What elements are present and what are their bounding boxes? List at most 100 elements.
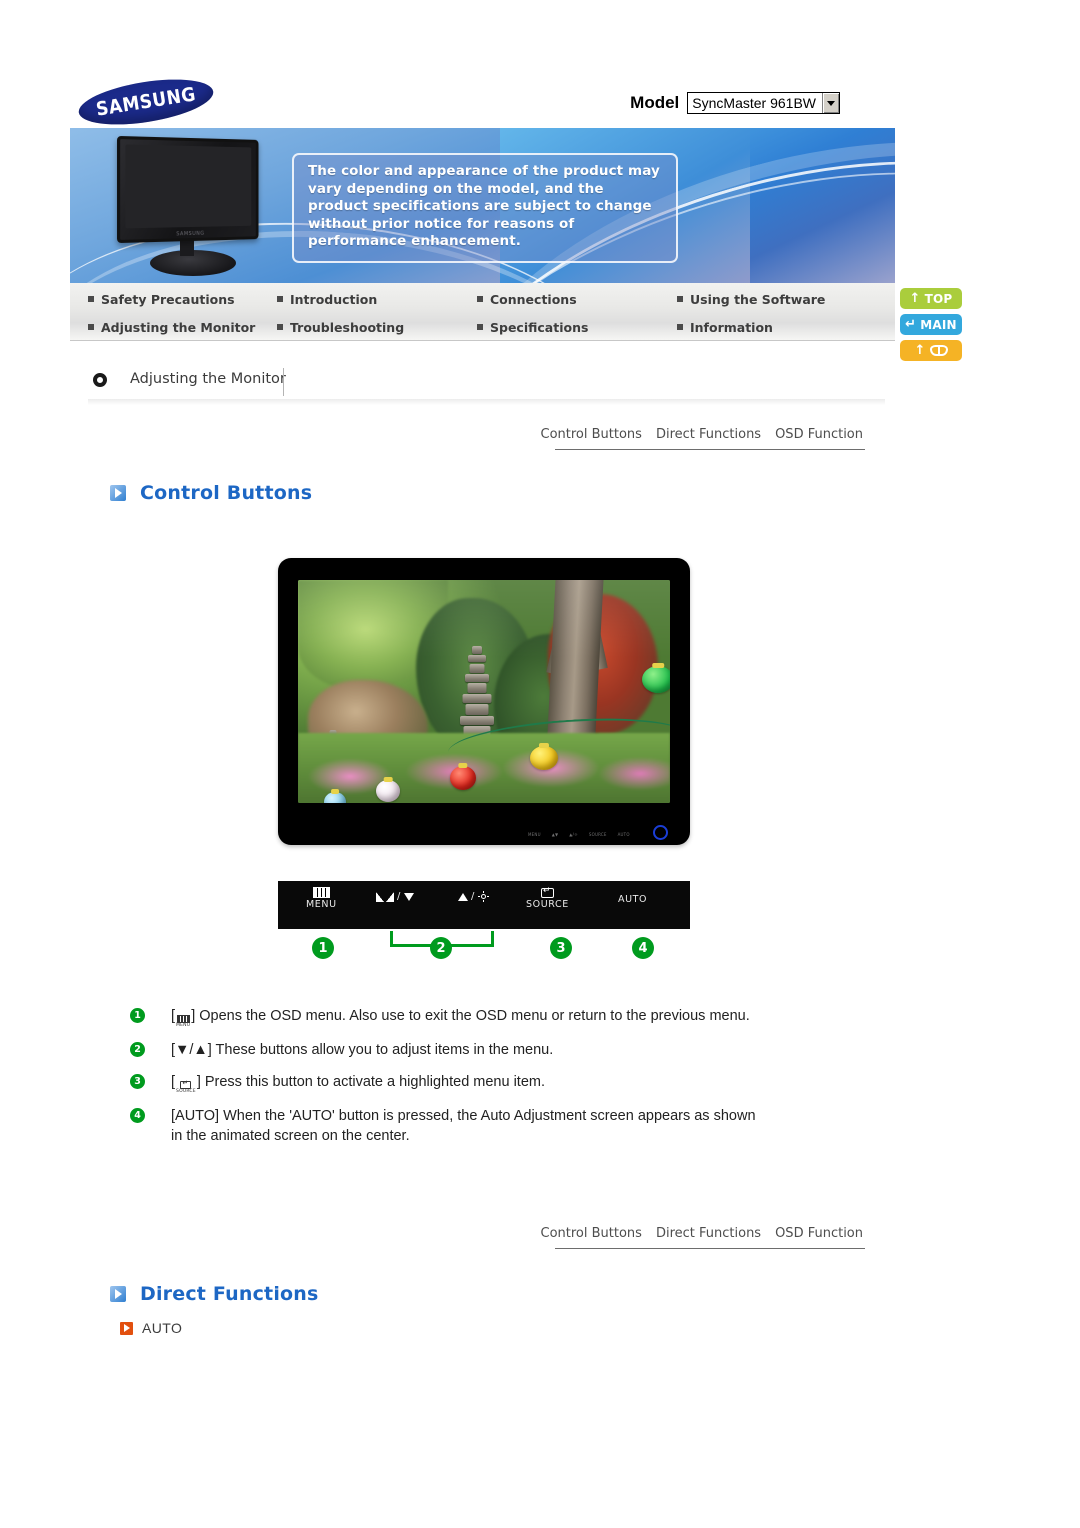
desc-post: ] Press this button to activate a highli…	[196, 1074, 546, 1090]
nav-item-troubleshooting[interactable]: Troubleshooting	[277, 313, 477, 341]
monitor-panel: SAMSUNG	[117, 135, 259, 244]
inline-icon-caption: MENU	[176, 1023, 191, 1028]
callout-badge-1: 1	[312, 937, 334, 959]
monitor-screen-image	[298, 580, 670, 803]
nav-label: Specifications	[490, 319, 589, 335]
control-panel-strip: MENU / / SOURCE AUTO	[278, 881, 690, 929]
up-adjust-button[interactable]: /	[458, 891, 489, 902]
bookmark-icon	[929, 345, 948, 356]
auto-button[interactable]: AUTO	[618, 894, 647, 905]
model-label: Model	[630, 93, 680, 112]
source-button-label: SOURCE	[526, 899, 569, 910]
nav-label: Introduction	[290, 291, 378, 307]
direct-function-item-auto[interactable]: AUTO	[120, 1320, 182, 1336]
nav-row-1: Safety Precautions Introduction Connecti…	[70, 285, 895, 313]
tab-control-buttons[interactable]: Control Buttons	[541, 1226, 642, 1241]
brightness-icon	[477, 891, 489, 902]
nav-item-adjusting-the-monitor[interactable]: Adjusting the Monitor	[70, 313, 277, 341]
samsung-logo: SAMSUNG	[75, 71, 217, 133]
bezel-label-up: ▲/☼	[569, 832, 578, 837]
tab-control-buttons[interactable]: Control Buttons	[541, 427, 642, 442]
desc-pre: [	[171, 1008, 176, 1024]
description-number: 3	[130, 1074, 145, 1089]
callout-badge-2: 2	[430, 937, 452, 959]
description-text: [MENU] Opens the OSD menu. Also use to e…	[171, 1006, 767, 1028]
callout-badge-4: 4	[632, 937, 654, 959]
nav-label: Adjusting the Monitor	[101, 319, 256, 335]
logo-wordmark: SAMSUNG	[94, 83, 198, 121]
description-text: [▼/▲] These buttons allow you to adjust …	[171, 1042, 554, 1058]
tab-osd-function[interactable]: OSD Function	[775, 1226, 863, 1241]
menu-bars-icon	[312, 887, 330, 898]
nav-item-using-the-software[interactable]: Using the Software	[677, 285, 877, 313]
tab-osd-function[interactable]: OSD Function	[775, 427, 863, 442]
bullet-square-icon	[677, 324, 683, 330]
page-title: Adjusting the Monitor	[130, 371, 286, 387]
heading-control-buttons: Control Buttons	[110, 482, 312, 504]
model-dropdown[interactable]: SyncMaster 961BW	[687, 92, 840, 114]
blue-arrow-icon	[110, 485, 126, 501]
bookmark-button[interactable]: ↑	[900, 340, 962, 361]
slash-separator: /	[471, 891, 475, 902]
nav-item-introduction[interactable]: Introduction	[277, 285, 477, 313]
chevron-down-icon[interactable]	[822, 93, 839, 113]
triangle-up-icon	[458, 892, 468, 901]
main-button-label: MAIN	[920, 317, 957, 332]
monitor-product-photo: MENU ▲▼ ▲/☼ SOURCE AUTO	[278, 558, 690, 845]
monitor-bezel-button-labels: MENU ▲▼ ▲/☼ SOURCE AUTO	[528, 832, 630, 837]
source-button[interactable]: SOURCE	[526, 886, 569, 911]
banner-notice-box: The color and appearance of the product …	[292, 153, 678, 263]
bullet-square-icon	[677, 296, 683, 302]
button-description-list: 1 [MENU] Opens the OSD menu. Also use to…	[130, 1006, 770, 1158]
side-shortcut-buttons: ↑ TOP ↵ MAIN ↑	[900, 288, 970, 366]
slash-separator: /	[397, 891, 401, 902]
model-selector-area: Model SyncMaster 961BW	[630, 92, 840, 114]
bullet-square-icon	[277, 296, 283, 302]
down-adjust-button[interactable]: /	[376, 891, 414, 902]
orange-arrow-icon	[120, 1321, 133, 1335]
tab-direct-functions[interactable]: Direct Functions	[656, 427, 761, 442]
product-banner: SAMSUNG The color and appearance of the …	[70, 128, 895, 283]
menu-button[interactable]: MENU	[292, 884, 348, 910]
bullet-square-icon	[277, 324, 283, 330]
heading-direct-functions: Direct Functions	[110, 1283, 319, 1305]
nav-label: Connections	[490, 291, 577, 307]
garden-lantern-red	[450, 766, 476, 790]
nav-row-2: Adjusting the Monitor Troubleshooting Sp…	[70, 313, 895, 341]
nav-label: Troubleshooting	[290, 319, 405, 335]
document-page: SAMSUNG Model SyncMaster 961BW SAMSUNG T…	[0, 0, 1080, 1528]
top-button[interactable]: ↑ TOP	[900, 288, 962, 309]
nav-label: Safety Precautions	[101, 291, 235, 307]
tab-direct-functions[interactable]: Direct Functions	[656, 1226, 761, 1241]
bezel-label-menu: MENU	[528, 832, 541, 837]
bullet-square-icon	[88, 324, 94, 330]
description-text: [AUTO] When the 'AUTO' button is pressed…	[171, 1108, 756, 1144]
control-panel-callouts: 1 2 3 4	[278, 929, 690, 977]
main-button[interactable]: ↵ MAIN	[900, 314, 962, 335]
bezel-label-source: SOURCE	[588, 832, 607, 837]
auto-button-label: AUTO	[618, 894, 648, 905]
bullet-square-icon	[477, 296, 483, 302]
arrow-up-icon: ↑	[909, 291, 921, 306]
inline-icon-caption: SOURCE	[176, 1089, 196, 1094]
nav-item-specifications[interactable]: Specifications	[477, 313, 677, 341]
page-header: SAMSUNG Model SyncMaster 961BW	[70, 70, 965, 133]
subsection-tabs-bottom: Control Buttons Direct Functions OSD Fun…	[541, 1219, 865, 1249]
nav-item-safety-precautions[interactable]: Safety Precautions	[70, 285, 277, 313]
desc-post: ] Opens the OSD menu. Also use to exit t…	[191, 1008, 750, 1024]
bullet-square-icon	[477, 324, 483, 330]
blue-arrow-icon	[110, 1286, 126, 1302]
nav-item-connections[interactable]: Connections	[477, 285, 677, 313]
header-divider	[283, 368, 284, 396]
heading-label: Control Buttons	[140, 482, 313, 504]
nav-label: Using the Software	[690, 291, 826, 307]
desc-pre: [	[171, 1074, 176, 1090]
power-indicator-icon	[653, 825, 668, 840]
enter-icon: SOURCE	[176, 1079, 196, 1094]
callout-badge-3: 3	[550, 937, 572, 959]
heading-label: Direct Functions	[140, 1283, 319, 1305]
banner-notice-text: The color and appearance of the product …	[308, 163, 660, 249]
bezel-label-auto: AUTO	[617, 832, 630, 837]
top-button-label: TOP	[924, 291, 953, 306]
nav-item-information[interactable]: Information	[677, 313, 877, 341]
